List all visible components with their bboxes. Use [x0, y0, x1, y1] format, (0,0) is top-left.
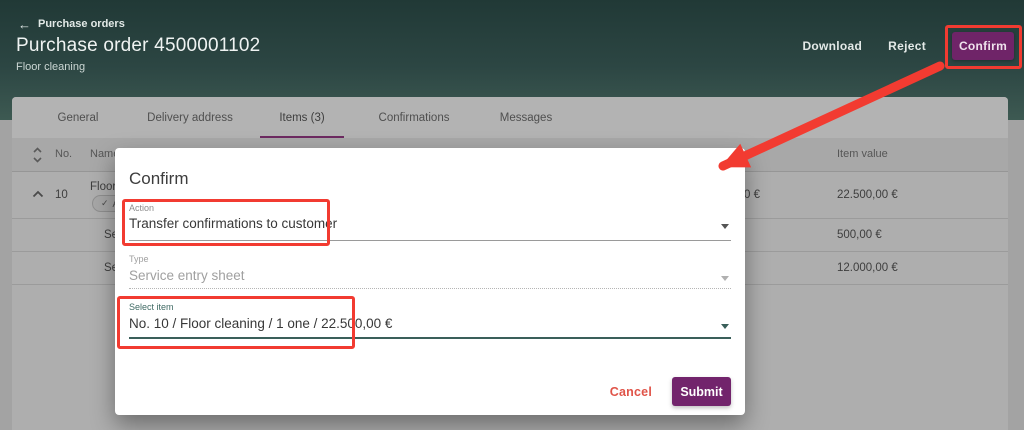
- header-actions: Download Reject Confirm: [802, 32, 1014, 60]
- sort-icon[interactable]: [32, 146, 43, 164]
- confirm-button[interactable]: Confirm: [952, 32, 1014, 60]
- action-dropdown-icon[interactable]: [721, 224, 729, 229]
- breadcrumb-label[interactable]: Purchase orders: [38, 18, 125, 30]
- dialog-actions: Cancel Submit: [610, 377, 731, 406]
- chevron-up-icon[interactable]: [32, 190, 44, 198]
- action-field-label: Action: [129, 203, 154, 213]
- breadcrumb[interactable]: ← Purchase orders: [18, 18, 125, 30]
- dialog-title: Confirm: [129, 169, 189, 189]
- cancel-button[interactable]: Cancel: [610, 385, 652, 399]
- page-title: Purchase order 4500001102: [16, 35, 260, 57]
- type-dropdown-icon: [721, 276, 729, 281]
- app-window: ← Purchase orders Purchase order 4500001…: [0, 0, 1024, 430]
- tab-general[interactable]: General: [22, 97, 134, 138]
- row-item-value: 12.000,00 €: [837, 262, 898, 274]
- action-field-value[interactable]: Transfer confirmations to customer: [129, 216, 337, 231]
- page-subtitle: Floor cleaning: [16, 61, 85, 73]
- select-item-dropdown-icon[interactable]: [721, 324, 729, 329]
- reject-button[interactable]: Reject: [888, 39, 926, 53]
- type-field-underline: [129, 288, 731, 289]
- download-button[interactable]: Download: [802, 39, 862, 53]
- submit-button[interactable]: Submit: [672, 377, 731, 406]
- type-field-label: Type: [129, 254, 149, 264]
- check-icon: ✓: [101, 198, 109, 209]
- select-item-field-value[interactable]: No. 10 / Floor cleaning / 1 one / 22.500…: [129, 316, 392, 331]
- column-no[interactable]: No.: [55, 148, 72, 160]
- confirm-dialog: Confirm Action Transfer confirmations to…: [115, 148, 745, 415]
- row-item-value: 22.500,00 €: [837, 189, 898, 201]
- select-item-field-underline: [129, 337, 731, 339]
- row-no: 10: [55, 189, 68, 201]
- back-arrow-icon[interactable]: ←: [18, 19, 31, 30]
- tab-messages[interactable]: Messages: [470, 97, 582, 138]
- action-field-underline: [129, 240, 731, 241]
- tab-delivery-address[interactable]: Delivery address: [134, 97, 246, 138]
- select-item-field-label: Select item: [129, 302, 174, 312]
- row-item-value: 500,00 €: [837, 229, 882, 241]
- tab-bar: General Delivery address Items (3) Confi…: [12, 97, 1008, 138]
- column-item-value[interactable]: Item value: [837, 148, 888, 160]
- type-field-value: Service entry sheet: [129, 268, 245, 283]
- tab-confirmations[interactable]: Confirmations: [358, 97, 470, 138]
- tab-items[interactable]: Items (3): [246, 97, 358, 138]
